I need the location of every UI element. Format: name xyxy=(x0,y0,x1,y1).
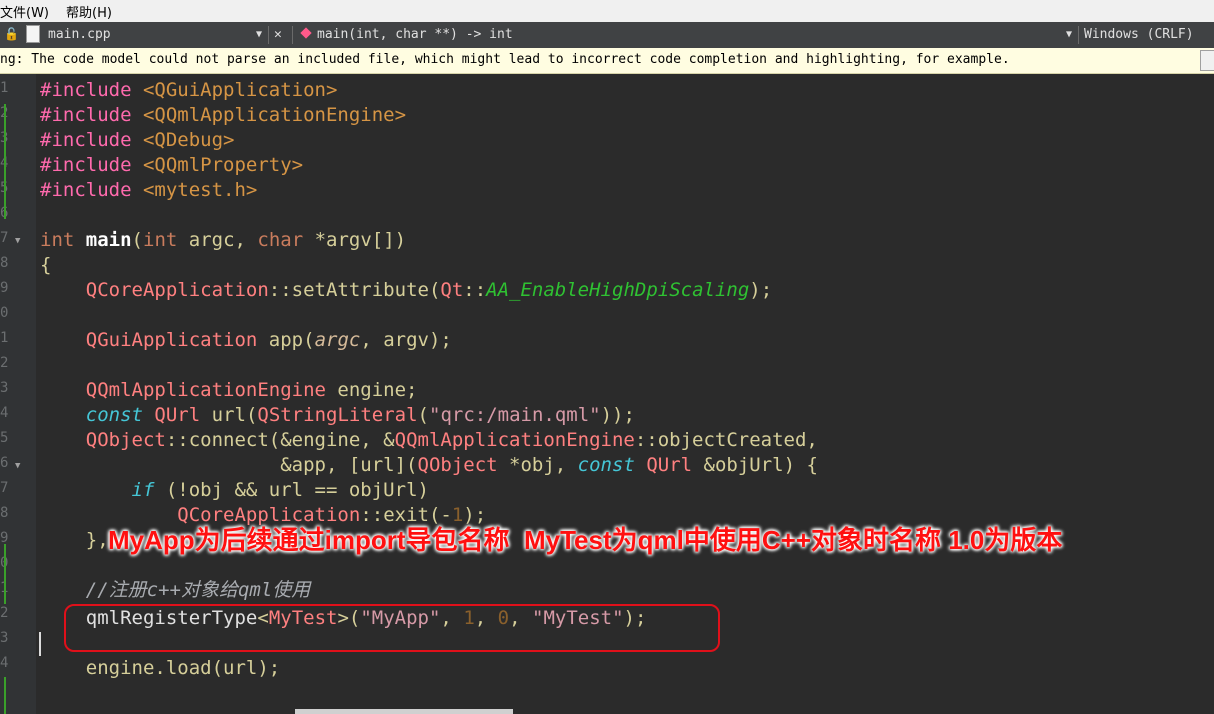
line-number: 3 xyxy=(0,630,8,646)
file-selector[interactable]: main.cpp xyxy=(48,27,111,42)
warning-text: ng: The code model could not parse an in… xyxy=(0,52,1010,67)
line-number: 4 xyxy=(0,655,8,671)
menu-file[interactable]: 文件(W) xyxy=(0,2,49,21)
line-number: 3 xyxy=(0,380,8,396)
line-number: 6 xyxy=(0,455,8,471)
line-number: 9 xyxy=(0,280,8,296)
line-ending-selector[interactable]: Windows (CRLF) xyxy=(1084,27,1194,42)
line-number: 7 xyxy=(0,230,8,246)
lock-icon: 🔓 xyxy=(4,27,19,41)
code-line: QObject::connect(&engine, &QQmlApplicati… xyxy=(85,429,818,451)
encoding-dropdown-icon[interactable]: ▼ xyxy=(1066,29,1072,40)
code-line: { xyxy=(40,254,52,276)
function-icon xyxy=(300,27,312,39)
line-number: 1 xyxy=(0,80,8,96)
line-number: 8 xyxy=(0,505,8,521)
file-dropdown-icon[interactable]: ▼ xyxy=(256,29,262,40)
modified-marker xyxy=(4,104,6,219)
line-number: 1 xyxy=(0,330,8,346)
toolbar-divider xyxy=(268,26,269,44)
annotation-text: MyApp为后续通过import导包名称 MyTest为qml中使用C++对象时… xyxy=(108,525,1063,555)
code-line: #include <QQmlApplicationEngine> xyxy=(40,104,407,126)
code-line: #include <QGuiApplication> xyxy=(40,79,338,101)
text-cursor xyxy=(39,632,41,656)
modified-marker xyxy=(4,677,6,714)
close-icon[interactable]: ✕ xyxy=(274,27,282,42)
line-number: 5 xyxy=(0,430,8,446)
code-line: QQmlApplicationEngine engine; xyxy=(85,379,418,401)
line-number: 8 xyxy=(0,255,8,271)
line-number: 2 xyxy=(0,355,8,371)
modified-marker xyxy=(4,544,6,604)
code-line: int main(int argc, char *argv[]) xyxy=(40,229,407,251)
menu-bar: 文件(W) 帮助(H) xyxy=(0,0,1214,22)
toolbar-divider xyxy=(1078,26,1079,44)
code-line: }, xyxy=(40,529,109,551)
highlight-ring xyxy=(64,604,720,652)
menu-help[interactable]: 帮助(H) xyxy=(66,2,112,21)
code-line: #include <mytest.h> xyxy=(40,179,258,201)
line-number-gutter: 123456789012345678901234 ▼ ▼ xyxy=(0,74,36,714)
code-line: QCoreApplication::setAttribute(Qt::AA_En… xyxy=(85,279,773,301)
warning-button[interactable] xyxy=(1200,50,1214,71)
code-line: #include <QQmlProperty> xyxy=(40,154,304,176)
code-comment: //注册c++对象给qml使用 xyxy=(40,579,311,601)
editor-toolbar: 🔓 main.cpp ▼ ✕ main(int, char **) -> int… xyxy=(0,22,1214,49)
fold-arrow-icon[interactable]: ▼ xyxy=(15,236,20,246)
toolbar-divider xyxy=(292,26,293,44)
horizontal-scrollbar[interactable] xyxy=(295,709,513,714)
code-line: engine.load(url); xyxy=(40,657,281,679)
code-line: QGuiApplication app(argc, argv); xyxy=(85,329,452,351)
line-number: 0 xyxy=(0,305,8,321)
function-selector[interactable]: main(int, char **) -> int xyxy=(317,27,513,42)
line-number: 4 xyxy=(0,405,8,421)
fold-arrow-icon[interactable]: ▼ xyxy=(15,461,20,471)
line-number: 2 xyxy=(0,605,8,621)
warning-bar: ng: The code model could not parse an in… xyxy=(0,48,1214,74)
code-line: &app, [url](QObject *obj, const QUrl &ob… xyxy=(40,454,818,476)
code-line: const QUrl url(QStringLiteral("qrc:/main… xyxy=(85,404,635,426)
line-number: 7 xyxy=(0,480,8,496)
file-icon xyxy=(26,25,40,43)
code-line: #include <QDebug> xyxy=(40,129,235,151)
code-line: if (!obj && url == objUrl) xyxy=(131,479,429,501)
